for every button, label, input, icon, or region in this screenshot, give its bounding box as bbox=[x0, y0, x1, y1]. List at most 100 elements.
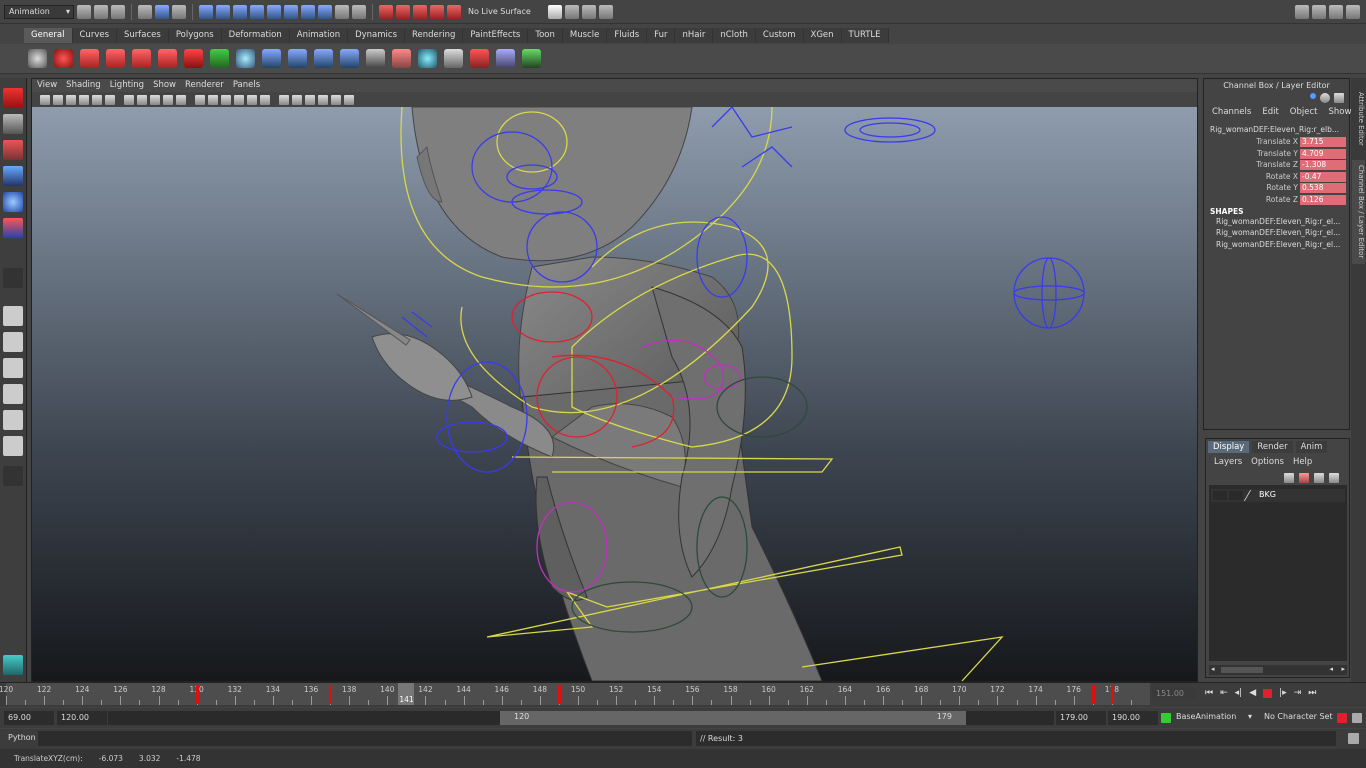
resolution-gate-icon[interactable] bbox=[124, 94, 134, 105]
open-scene-icon[interactable] bbox=[94, 4, 108, 19]
use-lights-icon[interactable] bbox=[247, 94, 257, 105]
channel-value[interactable]: -1.308 bbox=[1300, 160, 1346, 170]
snap-point-icon[interactable] bbox=[413, 4, 427, 19]
le-menu-layers[interactable]: Layers bbox=[1214, 457, 1242, 467]
tool-h-icon[interactable] bbox=[262, 49, 281, 68]
last-tool-icon[interactable] bbox=[3, 268, 23, 288]
gate-mask-icon[interactable] bbox=[137, 94, 147, 105]
command-input[interactable] bbox=[38, 731, 692, 746]
help-icon[interactable] bbox=[54, 49, 73, 68]
select-handles-icon[interactable] bbox=[199, 4, 213, 19]
shelf-tab-ncloth[interactable]: nCloth bbox=[713, 28, 756, 43]
tab-display[interactable]: Display bbox=[1208, 441, 1250, 453]
textured-icon[interactable] bbox=[234, 94, 244, 105]
snap-view-plane-icon[interactable] bbox=[430, 4, 444, 19]
viewport-menu-show[interactable]: Show bbox=[153, 79, 176, 92]
viewport-menu-view[interactable]: View bbox=[37, 79, 57, 92]
tab-render[interactable]: Render bbox=[1252, 441, 1293, 453]
film-gate-icon[interactable] bbox=[105, 94, 115, 105]
hypershade-layout-icon[interactable] bbox=[3, 410, 23, 430]
shelf-tab-fur[interactable]: Fur bbox=[647, 28, 676, 43]
pin-icon[interactable] bbox=[1334, 93, 1344, 103]
shelf-tab-general[interactable]: General bbox=[24, 28, 73, 43]
le-menu-help[interactable]: Help bbox=[1293, 457, 1312, 467]
safe-action-icon[interactable] bbox=[163, 94, 173, 105]
lasso-tool-icon[interactable] bbox=[3, 114, 23, 134]
select-rendering-icon[interactable] bbox=[301, 4, 315, 19]
viewport-menu-panels[interactable]: Panels bbox=[233, 79, 260, 92]
channel-value[interactable]: 0.538 bbox=[1300, 183, 1346, 193]
highlight-selection-icon[interactable] bbox=[352, 4, 366, 19]
shape-item[interactable]: Rig_womanDEF:Eleven_Rig:r_el... bbox=[1216, 228, 1340, 237]
go-to-start-icon[interactable]: ⏮ bbox=[1205, 688, 1213, 698]
viewport-menu-shading[interactable]: Shading bbox=[66, 79, 101, 92]
render-current-frame-icon[interactable] bbox=[547, 4, 562, 19]
channel-rotate-x[interactable]: Rotate X -0.47 bbox=[1204, 172, 1346, 183]
channel-value[interactable]: 4.709 bbox=[1300, 149, 1346, 159]
tool-a-icon[interactable] bbox=[80, 49, 99, 68]
auto-key-icon[interactable] bbox=[1337, 713, 1347, 723]
xray-joints-icon[interactable] bbox=[292, 94, 302, 105]
shelf-tab-animation[interactable]: Animation bbox=[289, 28, 349, 43]
tool-m-icon[interactable] bbox=[392, 49, 411, 68]
image-plane-icon[interactable] bbox=[79, 94, 89, 105]
script-editor-icon[interactable] bbox=[1348, 733, 1359, 744]
select-tool-icon[interactable] bbox=[3, 88, 23, 108]
range-end-field[interactable]: 179.00 bbox=[1056, 711, 1106, 725]
channel-value[interactable]: 0.126 bbox=[1300, 195, 1346, 205]
select-deformations-icon[interactable] bbox=[267, 4, 281, 19]
snap-curve-icon[interactable] bbox=[396, 4, 410, 19]
channel-value[interactable]: -0.47 bbox=[1300, 172, 1346, 182]
shelf-tab-dynamics[interactable]: Dynamics bbox=[348, 28, 406, 43]
tool-c-icon[interactable] bbox=[132, 49, 151, 68]
shelf-tab-custom[interactable]: Custom bbox=[755, 28, 804, 43]
cb-menu-channels[interactable]: Channels bbox=[1212, 107, 1251, 120]
channel-rotate-y[interactable]: Rotate Y 0.538 bbox=[1204, 183, 1346, 194]
shelf-tab-nhair[interactable]: nHair bbox=[675, 28, 714, 43]
graph-editor-layout-icon[interactable] bbox=[3, 436, 23, 456]
tool-n-icon[interactable] bbox=[418, 49, 437, 68]
visibility-toggle[interactable] bbox=[1213, 491, 1227, 500]
anim-start-field[interactable]: 69.00 bbox=[4, 711, 54, 725]
persp-outliner-layout-icon[interactable] bbox=[3, 358, 23, 378]
shelf-tab-polygons[interactable]: Polygons bbox=[168, 28, 222, 43]
layer-color-swatch[interactable] bbox=[1243, 490, 1259, 501]
make-live-icon[interactable] bbox=[447, 4, 461, 19]
manipulator-icon[interactable] bbox=[1320, 93, 1330, 103]
play-forward-icon[interactable]: |▸ bbox=[1279, 688, 1287, 698]
channel-translate-y[interactable]: Translate Y 4.709 bbox=[1204, 149, 1346, 160]
cb-menu-show[interactable]: Show bbox=[1328, 107, 1351, 120]
snap-grid-icon[interactable] bbox=[379, 4, 393, 19]
custom-layout-icon[interactable] bbox=[3, 466, 23, 486]
keyframe-marker[interactable] bbox=[329, 685, 333, 704]
shelf-tab-deformation[interactable]: Deformation bbox=[221, 28, 290, 43]
grid-toggle-icon[interactable] bbox=[92, 94, 102, 105]
step-back-frame-icon[interactable]: ◂| bbox=[1235, 688, 1243, 698]
menu-set-dropdown[interactable]: Animation bbox=[4, 4, 74, 19]
save-scene-icon[interactable] bbox=[111, 4, 125, 19]
shelf-tab-toon[interactable]: Toon bbox=[528, 28, 563, 43]
range-slider-track[interactable]: 120 179 bbox=[108, 711, 1054, 725]
shelf-tab-xgen[interactable]: XGen bbox=[803, 28, 842, 43]
new-scene-icon[interactable] bbox=[77, 4, 91, 19]
tab-channel-box[interactable]: Channel Box / Layer Editor bbox=[1352, 160, 1365, 264]
tool-q-icon[interactable] bbox=[496, 49, 515, 68]
select-hierarchy-icon[interactable] bbox=[138, 4, 152, 19]
toggle-modeling-toolkit-icon[interactable] bbox=[1295, 4, 1309, 19]
move-layer-down-icon[interactable] bbox=[1299, 473, 1309, 483]
range-slider-handle[interactable]: 120 179 bbox=[500, 711, 966, 725]
play-backwards-icon[interactable]: ◀ bbox=[1249, 688, 1256, 698]
step-forward-key-icon[interactable]: ⇥ bbox=[1294, 688, 1302, 698]
move-tool-icon[interactable] bbox=[3, 166, 23, 186]
selected-node-name[interactable]: Rig_womanDEF:Eleven_Rig:r_elb... bbox=[1210, 125, 1339, 134]
template-toggle[interactable] bbox=[1229, 491, 1243, 500]
paint-select-tool-icon[interactable] bbox=[3, 140, 23, 160]
ipr-render-icon[interactable] bbox=[564, 4, 579, 19]
keyframe-marker[interactable] bbox=[557, 685, 561, 704]
tool-o-icon[interactable] bbox=[444, 49, 463, 68]
wireframe-icon[interactable] bbox=[195, 94, 205, 105]
anim-layer-dropdown[interactable]: BaseAnimation bbox=[1176, 712, 1236, 721]
command-language[interactable]: Python bbox=[8, 733, 36, 742]
go-to-end-icon[interactable]: ⏭ bbox=[1308, 688, 1316, 698]
viewport-menu-lighting[interactable]: Lighting bbox=[110, 79, 144, 92]
